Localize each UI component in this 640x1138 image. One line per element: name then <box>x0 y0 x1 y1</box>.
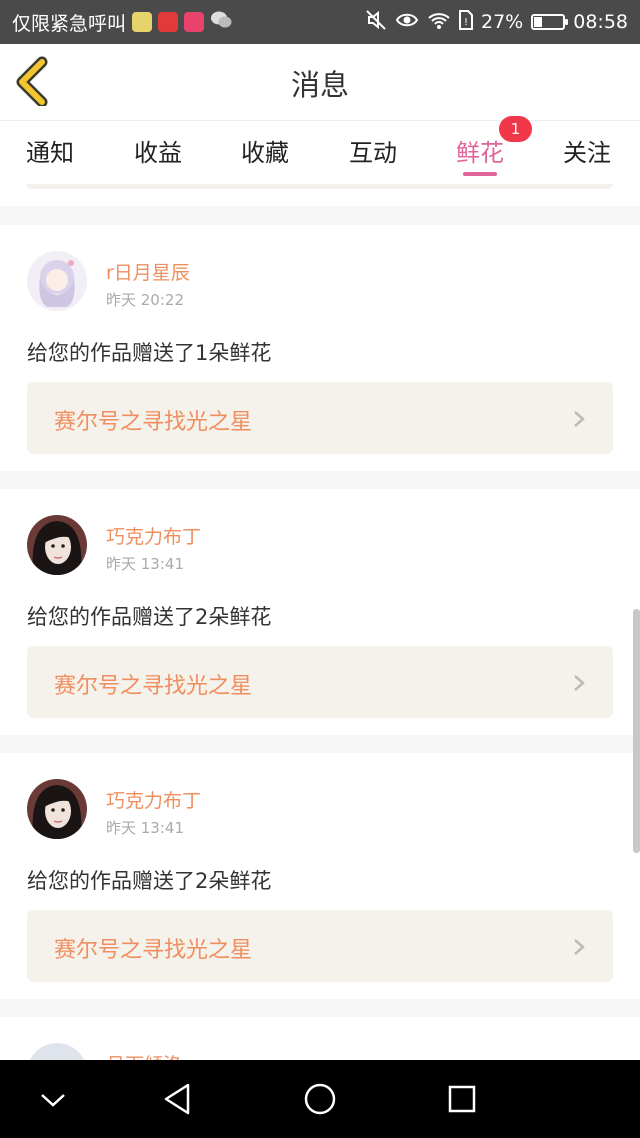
clock: 08:58 <box>573 11 628 33</box>
app-icon-1 <box>132 12 153 32</box>
work-title: 赛尔号之寻找光之星 <box>54 674 253 699</box>
tab-favorites[interactable]: 收藏 <box>241 133 289 168</box>
chevron-right-icon <box>574 939 585 955</box>
tab-label: 互动 <box>349 139 397 167</box>
message-card: 巧克力布丁 昨天 13:41 给您的作品赠送了2朵鲜花 赛尔号之寻找光之星 <box>0 753 640 999</box>
avatar[interactable] <box>27 1043 87 1060</box>
tab-bar: 通知 收益 收藏 互动 鲜花 1 关注 <box>0 116 640 184</box>
avatar[interactable] <box>27 779 87 839</box>
message-text: 给您的作品赠送了2朵鲜花 <box>27 869 272 893</box>
nav-home-button[interactable] <box>300 1079 340 1119</box>
tab-flowers[interactable]: 鲜花 1 <box>456 116 532 176</box>
work-link[interactable]: 赛尔号之寻找光之星 <box>27 646 613 718</box>
username[interactable]: 巧克力布丁 <box>106 786 201 813</box>
tab-label: 鲜花 <box>456 139 504 167</box>
chevron-right-icon <box>574 675 585 691</box>
tab-earnings[interactable]: 收益 <box>134 133 182 168</box>
mute-icon <box>365 9 387 36</box>
status-bar: 仅限紧急呼叫 ! 27% 08:58 <box>0 0 640 44</box>
carrier-text: 仅限紧急呼叫 <box>12 12 127 35</box>
screen: 仅限紧急呼叫 ! 27% 08:58 消息 通知 收益 收藏 互动 鲜花 1 关… <box>0 0 640 1138</box>
username[interactable]: 月下倾洛 <box>106 1050 182 1060</box>
system-nav-bar <box>0 1060 640 1138</box>
message-card-partial: 月下倾洛 <box>0 1017 640 1060</box>
tab-interaction[interactable]: 互动 <box>349 133 397 168</box>
app-header: 消息 <box>0 44 640 120</box>
battery-percent: 27% <box>481 11 524 33</box>
page-title: 消息 <box>290 68 349 102</box>
back-triangle-icon <box>164 1083 190 1115</box>
message-card: 巧克力布丁 昨天 13:41 给您的作品赠送了2朵鲜花 赛尔号之寻找光之星 <box>0 489 640 735</box>
tab-label: 收益 <box>134 139 182 167</box>
wifi-icon <box>427 10 451 35</box>
avatar[interactable] <box>27 251 87 311</box>
video-icon <box>184 12 205 32</box>
status-right: ! 27% 08:58 <box>365 9 628 36</box>
eye-icon <box>395 11 419 34</box>
timestamp: 昨天 20:22 <box>106 291 184 309</box>
tab-follow[interactable]: 关注 <box>563 133 611 168</box>
previous-card-edge <box>0 184 640 206</box>
unread-badge: 1 <box>499 116 532 142</box>
nav-down-button[interactable] <box>33 1079 73 1119</box>
status-left: 仅限紧急呼叫 <box>12 9 232 36</box>
recents-square-icon <box>448 1085 476 1113</box>
work-link[interactable]: 赛尔号之寻找光之星 <box>27 382 613 454</box>
tab-notification[interactable]: 通知 <box>26 133 74 168</box>
work-title: 赛尔号之寻找光之星 <box>54 410 253 435</box>
username[interactable]: 巧克力布丁 <box>106 522 201 549</box>
toutiao-icon <box>158 12 179 32</box>
battery-icon <box>531 14 569 30</box>
svg-text:!: ! <box>464 17 468 28</box>
message-text: 给您的作品赠送了2朵鲜花 <box>27 605 272 629</box>
nav-recents-button[interactable] <box>442 1079 482 1119</box>
nav-back-button[interactable] <box>157 1079 197 1119</box>
username[interactable]: r日月星辰 <box>106 258 190 285</box>
active-tab-indicator <box>463 172 497 176</box>
previous-work-link-edge <box>26 184 613 189</box>
work-title: 赛尔号之寻找光之星 <box>54 938 253 963</box>
message-text: 给您的作品赠送了1朵鲜花 <box>27 341 272 365</box>
wechat-icon <box>210 10 232 35</box>
sim-icon: ! <box>459 9 473 35</box>
tab-label: 关注 <box>563 139 611 167</box>
battery-fill <box>534 17 543 27</box>
chevron-right-icon <box>574 411 585 427</box>
down-icon <box>41 1094 65 1107</box>
message-card: r日月星辰 昨天 20:22 给您的作品赠送了1朵鲜花 赛尔号之寻找光之星 <box>0 225 640 471</box>
scrollbar[interactable] <box>633 609 640 853</box>
timestamp: 昨天 13:41 <box>106 555 184 573</box>
avatar[interactable] <box>27 515 87 575</box>
message-feed[interactable]: r日月星辰 昨天 20:22 给您的作品赠送了1朵鲜花 赛尔号之寻找光之星 巧克… <box>0 184 640 1060</box>
tab-label: 收藏 <box>241 139 289 167</box>
work-link[interactable]: 赛尔号之寻找光之星 <box>27 910 613 982</box>
home-circle-icon <box>304 1083 336 1115</box>
tab-label: 通知 <box>26 139 74 167</box>
timestamp: 昨天 13:41 <box>106 819 184 837</box>
